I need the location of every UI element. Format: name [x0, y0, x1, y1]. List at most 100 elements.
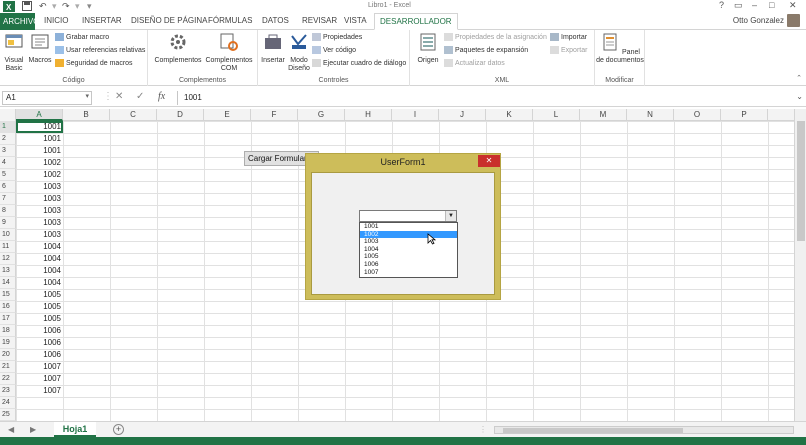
add-sheet-icon[interactable]: + [113, 424, 124, 435]
row-header[interactable]: 16 [0, 301, 16, 313]
combo-box[interactable]: ▼ [359, 210, 457, 222]
column-header[interactable]: G [298, 109, 345, 121]
row-header[interactable]: 4 [0, 157, 16, 169]
insert-function-icon[interactable]: fx [158, 91, 165, 102]
collapse-ribbon-icon[interactable]: ⌃ [796, 74, 802, 82]
vertical-scrollbar[interactable] [794, 109, 806, 421]
name-box[interactable]: A1 ▾ [2, 91, 92, 105]
dropdown-option[interactable]: 1003 [360, 238, 457, 246]
enter-icon[interactable]: ✓ [136, 91, 144, 102]
maximize-icon[interactable]: □ [769, 0, 774, 10]
actualizar-datos-button[interactable]: Actualizar datos [444, 58, 505, 69]
row-header[interactable]: 13 [0, 265, 16, 277]
column-header[interactable]: F [251, 109, 298, 121]
row-header[interactable]: 2 [0, 133, 16, 145]
row-header[interactable]: 7 [0, 193, 16, 205]
column-header[interactable]: N [627, 109, 674, 121]
ver-codigo-button[interactable]: Ver código [312, 45, 356, 56]
cell-a[interactable]: 1004 [16, 253, 63, 265]
dropdown-option[interactable]: 1007 [360, 269, 457, 277]
avatar[interactable] [787, 14, 800, 27]
cell-a[interactable]: 1001 [16, 145, 63, 157]
window-close-icon[interactable]: ✕ [789, 0, 797, 11]
redo-dropdown-icon[interactable]: ▾ [75, 1, 80, 12]
formula-input[interactable]: 1001 [177, 91, 792, 105]
cell-a[interactable]: 1003 [16, 193, 63, 205]
row-header[interactable]: 23 [0, 385, 16, 397]
row-header[interactable]: 10 [0, 229, 16, 241]
cell-a[interactable]: 1001 [16, 121, 63, 133]
save-icon[interactable] [22, 1, 32, 11]
cell-a[interactable]: 1006 [16, 349, 63, 361]
importar-button[interactable]: Importar [550, 32, 587, 43]
sheet-tab-hoja1[interactable]: Hoja1 [54, 422, 96, 437]
column-header[interactable]: P [721, 109, 768, 121]
cell-a[interactable]: 1002 [16, 157, 63, 169]
close-button[interactable]: ✕ [478, 155, 500, 167]
seguridad-macros-button[interactable]: Seguridad de macros [55, 58, 133, 69]
tab-formulas[interactable]: FÓRMULAS [208, 16, 252, 25]
chevron-down-icon[interactable]: ▾ [85, 92, 89, 100]
tab-revisar[interactable]: REVISAR [302, 16, 337, 25]
row-header[interactable]: 1 [0, 121, 16, 133]
undo-icon[interactable]: ↶ [39, 1, 47, 12]
propiedades-button[interactable]: Propiedades [312, 32, 362, 43]
customize-icon[interactable]: ▾ [87, 1, 92, 12]
cell-a[interactable]: 1003 [16, 229, 63, 241]
visual-basic-button[interactable]: Visual Basic [2, 32, 26, 73]
column-header[interactable]: O [674, 109, 721, 121]
tab-desarrollador[interactable]: DESARROLLADOR [374, 13, 458, 30]
row-header[interactable]: 18 [0, 325, 16, 337]
splitter-icon[interactable]: ⋮ [479, 425, 487, 434]
scroll-thumb[interactable] [797, 121, 805, 241]
cell-a[interactable]: 1005 [16, 289, 63, 301]
row-header[interactable]: 6 [0, 181, 16, 193]
column-header[interactable]: C [110, 109, 157, 121]
row-header[interactable]: 20 [0, 349, 16, 361]
row-header[interactable]: 24 [0, 397, 16, 409]
column-header[interactable]: M [580, 109, 627, 121]
cell-a[interactable]: 1007 [16, 373, 63, 385]
column-header[interactable]: H [345, 109, 392, 121]
help-icon[interactable]: ? [719, 0, 724, 10]
referencias-relativas-button[interactable]: Usar referencias relativas [55, 45, 145, 56]
dropdown-option[interactable]: 1002 [360, 230, 457, 239]
cell-a[interactable]: 1005 [16, 301, 63, 313]
column-header[interactable]: J [439, 109, 486, 121]
row-header[interactable]: 15 [0, 289, 16, 301]
dropdown-option[interactable]: 1001 [360, 223, 457, 231]
chevron-down-icon[interactable]: ▼ [445, 211, 456, 221]
panel-documentos-button[interactable]: Panel de documentos [596, 32, 644, 65]
grabar-macro-button[interactable]: Grabar macro [55, 32, 109, 43]
row-header[interactable]: 25 [0, 409, 16, 421]
paquetes-expansion-button[interactable]: Paquetes de expansión [444, 45, 528, 56]
combo-dropdown-list[interactable]: 1001 1002 1003 1004 1005 1006 1007 [359, 222, 458, 278]
row-header[interactable]: 9 [0, 217, 16, 229]
cell-a[interactable]: 1004 [16, 241, 63, 253]
tab-datos[interactable]: DATOS [262, 16, 289, 25]
hscroll-thumb[interactable] [503, 428, 683, 433]
cell-a[interactable]: 1005 [16, 313, 63, 325]
ejecutar-dialogo-button[interactable]: Ejecutar cuadro de diálogo [312, 58, 406, 69]
tab-vista[interactable]: VISTA [344, 16, 367, 25]
cell-a[interactable]: 1004 [16, 277, 63, 289]
modo-diseno-button[interactable]: Modo Diseño [286, 32, 312, 73]
tab-diseno-pagina[interactable]: DISEÑO DE PÁGINA [131, 16, 207, 25]
origen-button[interactable]: Origen [414, 32, 442, 65]
row-header[interactable]: 22 [0, 373, 16, 385]
exportar-button[interactable]: Exportar [550, 45, 587, 56]
cell-a[interactable]: 1006 [16, 325, 63, 337]
select-all-corner[interactable] [0, 109, 16, 121]
cell-a[interactable]: 1007 [16, 361, 63, 373]
tab-inicio[interactable]: INICIO [44, 16, 68, 25]
user-name[interactable]: Otto Gonzalez [733, 16, 784, 25]
column-header[interactable]: D [157, 109, 204, 121]
cell-a[interactable]: 1001 [16, 133, 63, 145]
horizontal-scrollbar[interactable] [494, 426, 794, 434]
row-header[interactable]: 3 [0, 145, 16, 157]
row-header[interactable]: 5 [0, 169, 16, 181]
cancel-icon[interactable]: ✕ [115, 91, 123, 102]
expand-formula-icon[interactable]: ⌄ [796, 92, 803, 101]
row-header[interactable]: 17 [0, 313, 16, 325]
cell-a[interactable]: 1006 [16, 337, 63, 349]
